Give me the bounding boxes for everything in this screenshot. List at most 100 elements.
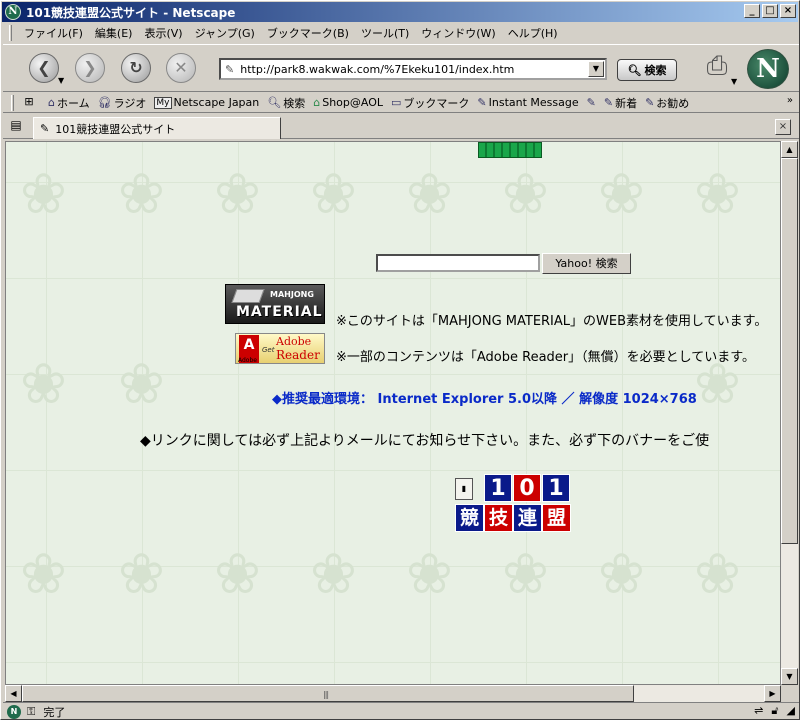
search-button[interactable]: 🔍︎ 検索 xyxy=(617,59,677,81)
back-dropdown-icon[interactable]: ▼ xyxy=(58,76,64,85)
banner-kanji: 連 xyxy=(513,504,542,532)
resize-grip-icon[interactable]: ◢ xyxy=(787,704,795,718)
tab-list-icon[interactable]: ▤ xyxy=(7,118,25,136)
yahoo-search-button[interactable]: Yahoo! 検索 xyxy=(542,253,631,274)
back-button[interactable]: ❮ xyxy=(29,53,59,83)
magnifier-icon: 🔍︎ xyxy=(627,63,642,77)
menu-file[interactable]: ファイル(F) xyxy=(18,23,89,43)
adobe-get-text: Get xyxy=(262,346,275,354)
window-title: 101競技連盟公式サイト - Netscape xyxy=(26,5,236,20)
page-proxy-icon[interactable]: ✎ xyxy=(225,63,234,76)
menu-go[interactable]: ジャンプ(G) xyxy=(189,23,261,43)
minimize-button[interactable]: _ xyxy=(744,4,760,18)
flower-watermark: ❀ xyxy=(118,352,165,417)
yahoo-search-input[interactable] xyxy=(376,254,540,272)
scroll-right-button[interactable]: ▶ xyxy=(764,685,781,702)
menu-bookmarks[interactable]: ブックマーク(B) xyxy=(261,23,355,43)
close-tab-button[interactable]: × xyxy=(775,119,791,135)
bookmark-label: ラジオ xyxy=(113,96,147,110)
link-policy-notice: ◆リンクに関しては必ず上記よりメールにてお知らせ下さい。また、必ず下のバナーをご… xyxy=(140,433,710,449)
bookmark-label: ホーム xyxy=(56,96,90,110)
mahjong-logo-bottom: MATERIAL xyxy=(236,304,323,320)
new-tab-icon[interactable]: ⊞ xyxy=(18,95,40,111)
recommended-environment: ◆推奨最適環境： Internet Explorer 5.0以降 ／ 解像度 1… xyxy=(272,392,697,407)
status-indicators: ⇌ 🔓︎ ◢ xyxy=(754,704,795,718)
bookmark-instant-message[interactable]: ✎ Instant Message xyxy=(473,96,582,109)
print-dropdown-icon[interactable]: ▼ xyxy=(731,77,737,86)
bookmark-home[interactable]: ⌂ ホーム xyxy=(44,95,94,111)
close-window-button[interactable]: × xyxy=(780,4,796,18)
banner-kanji: 盟 xyxy=(542,504,571,532)
menu-tools[interactable]: ツール(T) xyxy=(355,23,415,43)
tab-active[interactable]: ✎ 101競技連盟公式サイト xyxy=(33,117,281,139)
menu-window[interactable]: ウィンドウ(W) xyxy=(415,23,501,43)
online-status-icon[interactable]: ⇌ xyxy=(754,704,763,718)
flower-watermark: ❀ xyxy=(598,162,645,227)
search-button-label: 検索 xyxy=(644,64,667,77)
bookmark-label: 新着 xyxy=(615,96,638,110)
mahjong-tile-icon: ▮ xyxy=(455,478,473,500)
bookmark-search[interactable]: 🔍︎ 検索 xyxy=(263,95,309,111)
headphones-icon: 🎧︎ xyxy=(97,96,112,109)
search-icon: 🔍︎ xyxy=(267,96,282,109)
bookmark-recommended[interactable]: ✎ お勧め xyxy=(641,95,693,111)
flower-watermark: ❀ xyxy=(406,542,453,607)
bookmark-radio[interactable]: 🎧︎ ラジオ xyxy=(94,95,151,111)
vertical-scroll-thumb[interactable] xyxy=(781,158,798,544)
flower-watermark: ❀ xyxy=(310,162,357,227)
tab-bar: ▤ ✎ 101競技連盟公式サイト × xyxy=(3,115,799,139)
url-bar[interactable]: ✎ http://park8.wakwak.com/%7Ekeku101/ind… xyxy=(219,58,607,80)
print-button[interactable]: ⎙ xyxy=(700,51,734,85)
green-banner-strip[interactable] xyxy=(478,142,542,158)
more-bookmarks-chevron[interactable]: » xyxy=(787,95,793,106)
banner-number: 0 xyxy=(513,474,541,502)
scroll-up-button[interactable]: ▲ xyxy=(781,141,798,158)
back-arrow-icon: ❮ xyxy=(37,58,51,77)
flower-watermark: ❀ xyxy=(214,162,261,227)
bookmark-whats-new[interactable]: ✎ 新着 xyxy=(600,95,641,111)
forward-arrow-icon: ❯ xyxy=(83,58,97,77)
status-bar: N ⚿ 完了 ⇌ 🔓︎ ◢ xyxy=(3,702,799,720)
bookmark-folder[interactable]: ▭ ブックマーク xyxy=(387,95,473,111)
get-adobe-reader-badge[interactable]: A Adobe Get Adobe Reader xyxy=(235,333,325,364)
maximize-button[interactable]: □ xyxy=(762,4,778,18)
url-history-dropdown[interactable]: ▼ xyxy=(588,61,604,77)
scroll-left-button[interactable]: ◀ xyxy=(5,685,22,702)
reload-button[interactable]: ↻ xyxy=(121,53,151,83)
url-text[interactable]: http://park8.wakwak.com/%7Ekeku101/index… xyxy=(240,63,588,76)
101-renmei-banner[interactable]: ▮ 1 0 1 競 技 連 盟 xyxy=(453,474,571,534)
scroll-down-button[interactable]: ▼ xyxy=(781,668,798,685)
security-status-icon[interactable]: ⚿ xyxy=(27,705,35,719)
flower-watermark: ❀ xyxy=(406,162,453,227)
bookmark-icon: ✎ xyxy=(477,96,487,109)
ssl-lock-icon[interactable]: 🔓︎ xyxy=(771,704,778,718)
flower-watermark: ❀ xyxy=(118,542,165,607)
menu-help[interactable]: ヘルプ(H) xyxy=(502,23,564,43)
forward-button[interactable]: ❯ xyxy=(75,53,105,83)
flower-watermark: ❀ xyxy=(502,542,549,607)
netscape-status-icon[interactable]: N xyxy=(7,704,21,719)
bookmark-label: Netscape Japan xyxy=(173,96,260,109)
bookmark-netscape-japan[interactable]: My Netscape Japan xyxy=(150,96,263,109)
personal-toolbar-grip xyxy=(11,94,14,111)
netscape-throbber-logo[interactable]: N xyxy=(747,49,789,89)
vertical-scrollbar[interactable]: ▲ ▼ xyxy=(781,141,798,685)
menu-grip xyxy=(9,25,12,41)
menu-edit[interactable]: 編集(E) xyxy=(89,23,139,43)
folder-icon: ▭ xyxy=(391,96,402,109)
status-text: 完了 xyxy=(43,705,66,719)
bookmark-unnamed[interactable]: ✎ xyxy=(583,96,600,109)
navigation-toolbar: ❮ ▼ ❯ ↻ ✕ ✎ http://park8.wakwak.com/%7Ek… xyxy=(3,44,799,92)
bookmark-shop-aol[interactable]: ⌂ Shop@AOL xyxy=(309,96,387,109)
bookmark-label: Instant Message xyxy=(488,96,579,109)
browser-window: N 101競技連盟公式サイト - Netscape _ □ × ファイル(F) … xyxy=(0,0,800,720)
banner-number: 1 xyxy=(542,474,570,502)
horizontal-scroll-thumb[interactable]: ||| xyxy=(22,685,634,702)
tab-title: 101競技連盟公式サイト xyxy=(55,122,176,136)
menu-view[interactable]: 表示(V) xyxy=(138,23,188,43)
stop-button[interactable]: ✕ xyxy=(166,53,196,83)
my-icon: My xyxy=(154,96,172,109)
horizontal-scrollbar[interactable]: ◀ ||| ▶ xyxy=(5,685,781,702)
flower-watermark: ❀ xyxy=(118,162,165,227)
mahjong-material-logo[interactable]: MAHJONG MATERIAL xyxy=(225,284,325,324)
